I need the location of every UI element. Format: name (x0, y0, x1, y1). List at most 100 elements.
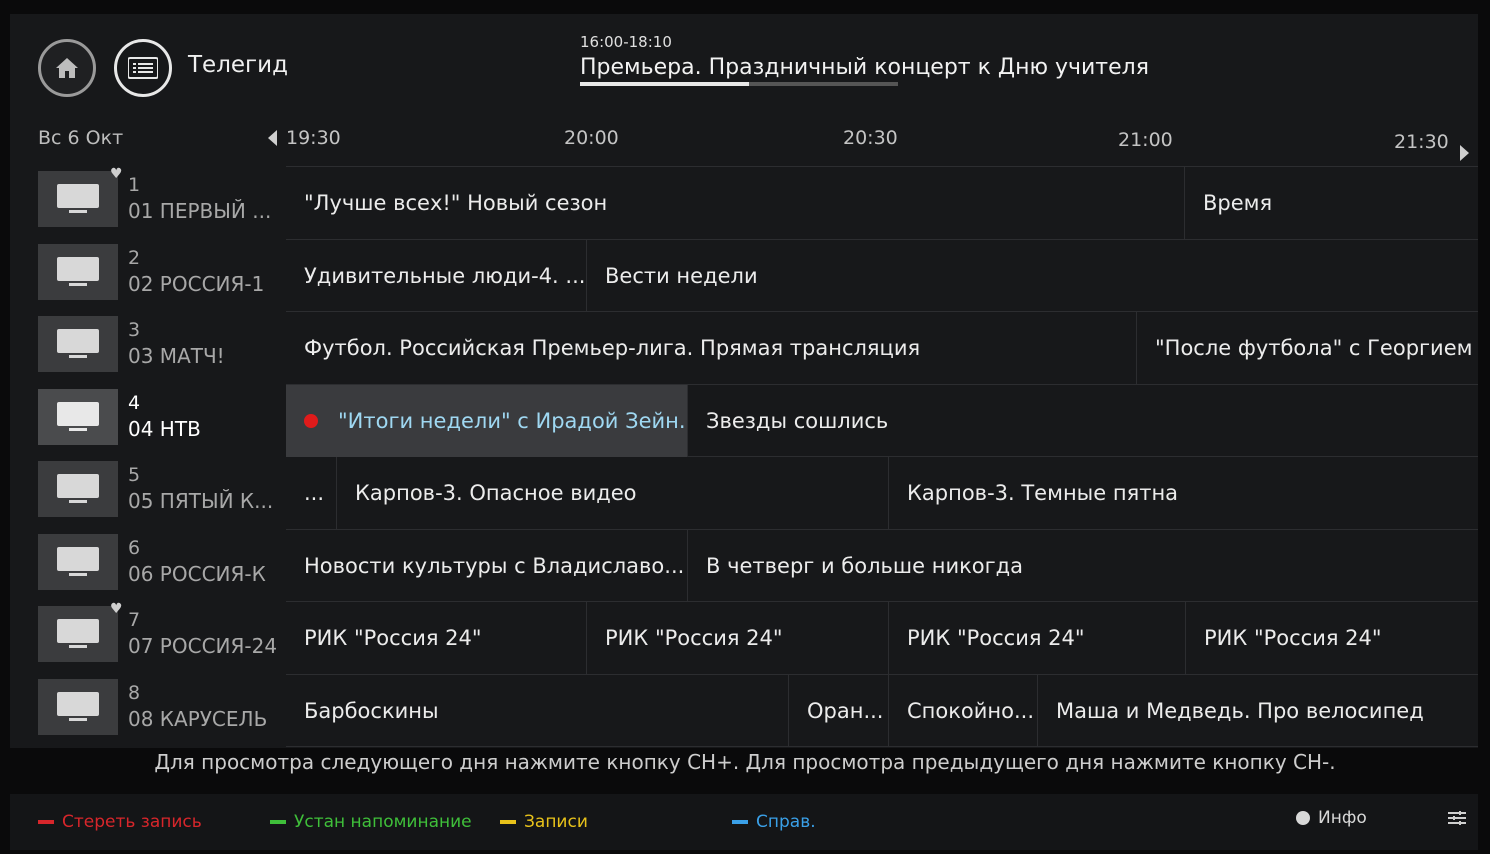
date-label: Вс 6 Окт (38, 127, 124, 149)
time-label: 21:30 (1394, 131, 1449, 153)
yellow-key-recordings[interactable]: Записи (500, 812, 588, 832)
program-row: Футбол. Российская Премьер-лига. Прямая … (286, 312, 1478, 385)
timeline-prev-arrow-icon[interactable] (268, 130, 277, 146)
channel-item[interactable]: 6 06 РОССИЯ-К (38, 529, 286, 602)
channel-name: 08 КАРУСЕЛЬ (128, 706, 268, 731)
channel-number: 4 (128, 391, 141, 414)
program-cell[interactable]: Футбол. Российская Премьер-лига. Прямая … (286, 312, 1136, 384)
program-cell[interactable]: ... (286, 457, 336, 529)
now-playing-progress (580, 82, 898, 86)
blue-key-help[interactable]: Справ. (732, 812, 816, 832)
program-cell[interactable]: В четверг и больше никогда (687, 529, 1478, 602)
channel-number: 1 (128, 174, 141, 196)
favorite-heart-icon: ♥ (110, 601, 123, 617)
program-row: Новости культуры с Владиславо... В четве… (286, 529, 1478, 602)
program-cell[interactable]: РИК "Россия 24" (888, 602, 1185, 674)
favorite-heart-icon: ♥ (110, 166, 123, 182)
channel-item[interactable]: 2 02 РОССИЯ-1 (38, 239, 286, 312)
channel-number: 6 (128, 536, 141, 559)
info-label: Инфо (1318, 808, 1367, 828)
time-label: 21:00 (1118, 129, 1173, 151)
program-cell[interactable]: Вести недели (586, 239, 1478, 312)
program-cell[interactable]: "Лучше всех!" Новый сезон (286, 167, 1184, 239)
program-cell[interactable]: РИК "Россия 24" (586, 602, 888, 674)
channel-name: 02 РОССИЯ-1 (128, 271, 265, 296)
green-key-set-reminder[interactable]: Устан напоминание (270, 812, 472, 832)
list-icon (128, 57, 158, 79)
channel-item[interactable]: 3 03 МАТЧ! (38, 311, 286, 384)
program-cell[interactable]: Новости культуры с Владиславо... (286, 530, 687, 602)
channel-item-active[interactable]: 4 04 НТВ (38, 384, 286, 457)
info-button[interactable]: Инфо (1296, 808, 1367, 828)
red-key-icon (38, 820, 54, 824)
channel-number: 8 (128, 681, 141, 704)
program-cell[interactable]: "После футбола" с Георгием ... (1136, 312, 1478, 384)
program-cell[interactable]: Спокойно... (888, 674, 1037, 747)
tv-icon (38, 461, 118, 517)
blue-key-icon (732, 820, 748, 824)
navigation-hint: Для просмотра следующего дня нажмите кно… (154, 750, 1336, 774)
program-row: "Лучше всех!" Новый сезон Время (286, 167, 1478, 240)
recording-dot-icon (304, 413, 318, 428)
channel-number: 2 (128, 246, 141, 269)
channel-item[interactable]: 5 05 ПЯТЫЙ К... (38, 456, 286, 529)
red-key-delete-recording[interactable]: Стереть запись (38, 812, 202, 832)
options-menu-icon[interactable] (1448, 810, 1466, 829)
channel-number: 5 (128, 464, 141, 486)
progress-fill (580, 82, 749, 86)
green-key-label: Устан напоминание (294, 812, 472, 832)
color-key-bar: Стереть запись Устан напоминание Записи … (10, 794, 1478, 850)
program-row: ... Карпов-3. Опасное видео Карпов-3. Те… (286, 457, 1478, 530)
program-grid: "Лучше всех!" Новый сезон Время Удивител… (286, 166, 1478, 747)
channel-name: 06 РОССИЯ-К (128, 561, 266, 586)
tv-icon (38, 243, 118, 300)
program-row: "Итоги недели" с Ирадой Зейн... Звезды с… (286, 384, 1478, 457)
program-cell-focused[interactable]: "Итоги недели" с Ирадой Зейн... (286, 384, 687, 457)
tv-icon (38, 606, 118, 662)
time-label: 19:30 (286, 127, 341, 149)
channel-name: 07 РОССИЯ-24 (128, 634, 278, 658)
channel-number: 7 (128, 609, 141, 631)
channel-item[interactable]: ♥ 1 01 ПЕРВЫЙ ... (38, 166, 286, 239)
program-cell[interactable]: Оран... (788, 674, 888, 747)
time-label: 20:30 (843, 127, 898, 149)
green-key-icon (270, 820, 286, 824)
red-key-label: Стереть запись (62, 812, 202, 832)
program-cell[interactable]: Маша и Медведь. Про велосипед (1037, 674, 1478, 747)
program-cell[interactable]: Барбоскины (286, 675, 788, 747)
program-cell[interactable]: Карпов-3. Темные пятна (888, 457, 1478, 529)
app-title: Телегид (188, 52, 288, 78)
program-row: Барбоскины Оран... Спокойно... Маша и Ме… (286, 674, 1478, 747)
program-cell[interactable]: РИК "Россия 24" (1185, 602, 1478, 674)
program-cell[interactable]: РИК "Россия 24" (286, 602, 586, 674)
tv-icon (38, 678, 118, 735)
now-playing-time: 16:00-18:10 (580, 33, 672, 51)
tv-icon (38, 388, 118, 445)
program-cell[interactable]: Карпов-3. Опасное видео (336, 457, 888, 529)
home-icon (56, 58, 78, 78)
channel-name: 04 НТВ (128, 416, 201, 441)
timeline-next-arrow-icon[interactable] (1460, 145, 1469, 161)
tv-icon (38, 533, 118, 590)
program-cell[interactable]: Время (1184, 167, 1478, 239)
blue-key-label: Справ. (756, 812, 816, 832)
yellow-key-label: Записи (524, 812, 588, 832)
program-cell[interactable]: Удивительные люди-4. ... (286, 240, 586, 312)
channel-item[interactable]: ♥ 7 07 РОССИЯ-24 (38, 601, 286, 674)
info-icon (1296, 811, 1310, 825)
home-button[interactable] (38, 39, 96, 97)
yellow-key-icon (500, 820, 516, 824)
program-row: Удивительные люди-4. ... Вести недели (286, 239, 1478, 312)
tv-icon (38, 316, 118, 372)
channel-name: 03 МАТЧ! (128, 344, 225, 368)
guide-list-button[interactable] (114, 39, 172, 97)
channel-number: 3 (128, 319, 141, 341)
program-title: "Итоги недели" с Ирадой Зейн... (338, 408, 687, 433)
program-row: РИК "Россия 24" РИК "Россия 24" РИК "Рос… (286, 602, 1478, 675)
epg-screen: Телегид 16:00-18:10 Премьера. Праздничны… (10, 14, 1478, 748)
channel-name: 05 ПЯТЫЙ К... (128, 489, 274, 513)
program-cell[interactable]: Звезды сошлись (687, 384, 1478, 457)
channel-name: 01 ПЕРВЫЙ ... (128, 199, 272, 223)
tv-icon (38, 171, 118, 227)
channel-item[interactable]: 8 08 КАРУСЕЛЬ (38, 674, 286, 747)
